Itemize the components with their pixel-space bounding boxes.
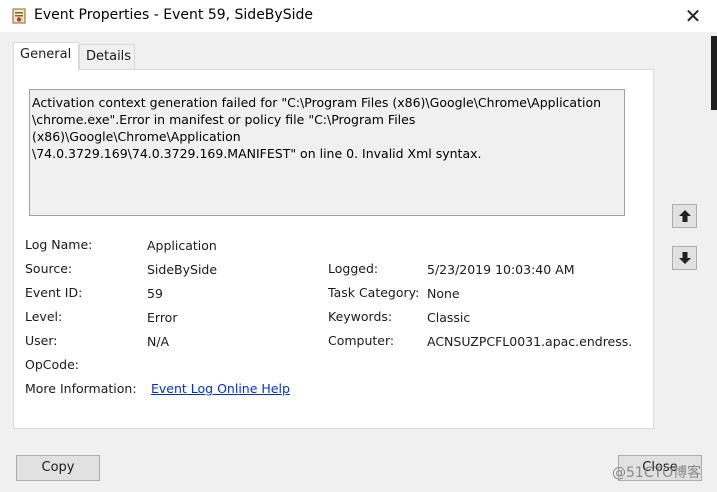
log-name-label: Log Name: (25, 237, 93, 252)
background-window-edge (711, 36, 717, 110)
title-bar: Event Properties - Event 59, SideBySide … (0, 0, 717, 32)
window-title: Event Properties - Event 59, SideBySide (34, 7, 313, 23)
task-category-value: None (427, 286, 460, 301)
logged-value: 5/23/2019 10:03:40 AM (427, 262, 575, 277)
more-info-label: More Information: (25, 381, 137, 396)
tab-details[interactable]: Details (79, 44, 135, 70)
arrow-up-icon (678, 210, 691, 222)
log-name-value: Application (147, 238, 217, 253)
next-event-button[interactable] (672, 246, 697, 270)
level-value: Error (147, 310, 178, 325)
watermark: @51CTO博客 (612, 465, 702, 481)
logged-label: Logged: (328, 261, 379, 276)
previous-event-button[interactable] (672, 204, 697, 228)
user-label: User: (25, 333, 58, 348)
event-log-icon (12, 8, 26, 24)
computer-value: ACNSUZPCFL0031.apac.endress.con (427, 334, 632, 349)
event-properties-window: Event Properties - Event 59, SideBySide … (0, 0, 717, 492)
keywords-value: Classic (427, 310, 471, 325)
general-panel: Activation context generation failed for… (13, 69, 654, 429)
arrow-down-icon (678, 252, 691, 264)
copy-button[interactable]: Copy (16, 455, 100, 481)
source-value: SideBySide (147, 262, 218, 277)
event-id-label: Event ID: (25, 285, 83, 300)
close-icon[interactable]: ✕ (680, 3, 706, 29)
keywords-label: Keywords: (328, 309, 393, 324)
computer-label: Computer: (328, 333, 395, 348)
event-id-value: 59 (147, 286, 163, 301)
tab-general[interactable]: General (13, 42, 79, 71)
task-category-label: Task Category: (328, 285, 420, 300)
event-log-help-link[interactable]: Event Log Online Help (151, 381, 290, 396)
level-label: Level: (25, 309, 63, 324)
opcode-label: OpCode: (25, 357, 79, 372)
source-label: Source: (25, 261, 73, 276)
event-description[interactable]: Activation context generation failed for… (29, 89, 625, 216)
user-value: N/A (147, 334, 170, 349)
